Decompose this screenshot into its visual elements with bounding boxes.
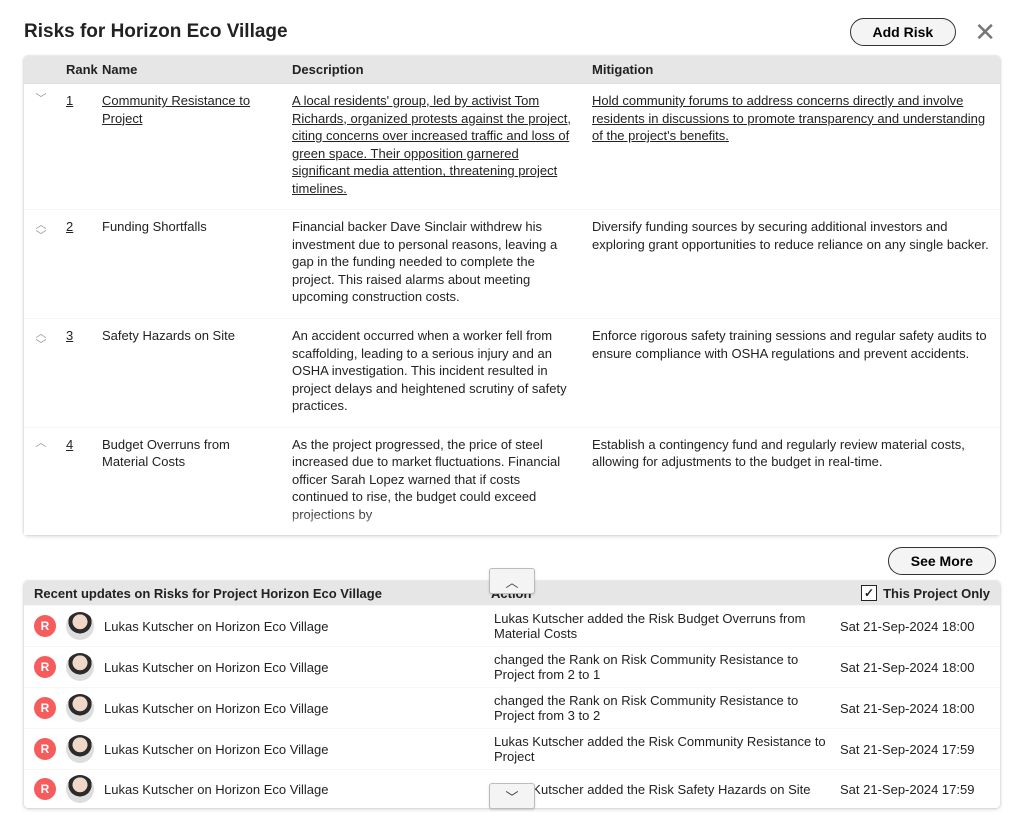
list-item[interactable]: R Lukas Kutscher on Horizon Eco Village ch… <box>24 687 1000 728</box>
update-time: Sat 21-Sep-2024 17:59 <box>840 782 990 797</box>
risk-description: A local residents' group, led by activis… <box>292 93 571 196</box>
list-item[interactable]: R Lukas Kutscher on Horizon Eco Village Lu… <box>24 728 1000 769</box>
avatar <box>66 735 94 763</box>
table-row: ︿﹀3Safety Hazards on SiteAn accident occ… <box>24 319 1000 428</box>
update-action: Lukas Kutscher added the Risk Community … <box>494 734 830 764</box>
this-project-only-label: This Project Only <box>883 586 990 601</box>
avatar <box>66 694 94 722</box>
col-rank: Rank <box>58 56 94 84</box>
scroll-up-button[interactable]: ︿ <box>489 568 535 594</box>
this-project-only-checkbox[interactable]: ✓ <box>861 585 877 601</box>
rank-down-icon[interactable]: ﹀ <box>36 94 47 105</box>
risk-name[interactable]: Funding Shortfalls <box>102 219 207 234</box>
rank-up-icon[interactable]: ︿ <box>36 438 47 449</box>
update-who: Lukas Kutscher on Horizon Eco Village <box>104 782 484 797</box>
risk-mitigation: Diversify funding sources by securing ad… <box>592 219 989 252</box>
chevron-up-icon: ︿ <box>505 572 518 591</box>
update-time: Sat 21-Sep-2024 18:00 <box>840 660 990 675</box>
rank-value[interactable]: 2 <box>66 219 73 234</box>
updates-title: Recent updates on Risks for Project Hori… <box>34 586 491 601</box>
risk-badge: R <box>34 697 56 719</box>
avatar <box>66 775 94 803</box>
risk-description: An accident occurred when a worker fell … <box>292 328 567 413</box>
rank-down-icon[interactable]: ﹀ <box>36 340 47 351</box>
scroll-down-button[interactable]: ﹀ <box>489 783 535 809</box>
avatar <box>66 612 94 640</box>
rank-value[interactable]: 1 <box>66 93 73 108</box>
avatar <box>66 653 94 681</box>
table-row: ︿ 4 Budget Overruns from Material Costs As … <box>24 427 1000 535</box>
add-risk-button[interactable]: Add Risk <box>850 18 957 46</box>
risk-description: Financial backer Dave Sinclair withdrew … <box>292 219 557 304</box>
close-icon[interactable]: ✕ <box>970 19 1000 45</box>
update-who: Lukas Kutscher on Horizon Eco Village <box>104 742 484 757</box>
rank-value[interactable]: 3 <box>66 328 73 343</box>
update-action: changed the Rank on Risk Community Resis… <box>494 652 830 682</box>
list-item[interactable]: R Lukas Kutscher on Horizon Eco Village ch… <box>24 646 1000 687</box>
table-row: ︿﹀2Funding ShortfallsFinancial backer Da… <box>24 210 1000 319</box>
col-description: Description <box>284 56 584 84</box>
risk-badge: R <box>34 615 56 637</box>
rank-down-icon[interactable]: ﹀ <box>36 231 47 242</box>
risk-mitigation: Hold community forums to address concern… <box>592 93 985 143</box>
risk-name[interactable]: Community Resistance to Project <box>102 93 250 126</box>
page-title: Risks for Horizon Eco Village <box>24 21 288 43</box>
update-time: Sat 21-Sep-2024 17:59 <box>840 742 990 757</box>
list-item[interactable]: R Lukas Kutscher on Horizon Eco Village Lu… <box>24 605 1000 646</box>
see-more-button[interactable]: See More <box>888 547 996 575</box>
risk-badge: R <box>34 738 56 760</box>
updates-action-header: Action <box>491 586 861 601</box>
risk-badge: R <box>34 656 56 678</box>
rank-value[interactable]: 4 <box>66 437 73 452</box>
update-action: Lukas Kutscher added the Risk Budget Ove… <box>494 611 830 641</box>
table-row: ﹀ 1 Community Resistance to Project A local… <box>24 84 1000 210</box>
update-who: Lukas Kutscher on Horizon Eco Village <box>104 660 484 675</box>
update-time: Sat 21-Sep-2024 18:00 <box>840 701 990 716</box>
update-action: changed the Rank on Risk Community Resis… <box>494 693 830 723</box>
update-who: Lukas Kutscher on Horizon Eco Village <box>104 701 484 716</box>
chevron-down-icon: ﹀ <box>505 787 518 806</box>
risk-mitigation: Establish a contingency fund and regular… <box>592 437 965 470</box>
risk-mitigation: Enforce rigorous safety training session… <box>592 328 987 361</box>
risk-description: As the project progressed, the price of … <box>292 437 560 522</box>
risk-badge: R <box>34 778 56 800</box>
col-name: Name <box>94 56 284 84</box>
update-who: Lukas Kutscher on Horizon Eco Village <box>104 619 484 634</box>
risks-table: Rank Name Description Mitigation ﹀ 1 Commu… <box>24 56 1000 535</box>
update-time: Sat 21-Sep-2024 18:00 <box>840 619 990 634</box>
risk-name[interactable]: Safety Hazards on Site <box>102 328 235 343</box>
updates-panel: Recent updates on Risks for Project Hori… <box>24 581 1000 808</box>
update-action: Lukas Kutscher added the Risk Safety Haz… <box>494 782 830 797</box>
col-mitigation: Mitigation <box>584 56 1000 84</box>
risk-name[interactable]: Budget Overruns from Material Costs <box>102 437 230 470</box>
